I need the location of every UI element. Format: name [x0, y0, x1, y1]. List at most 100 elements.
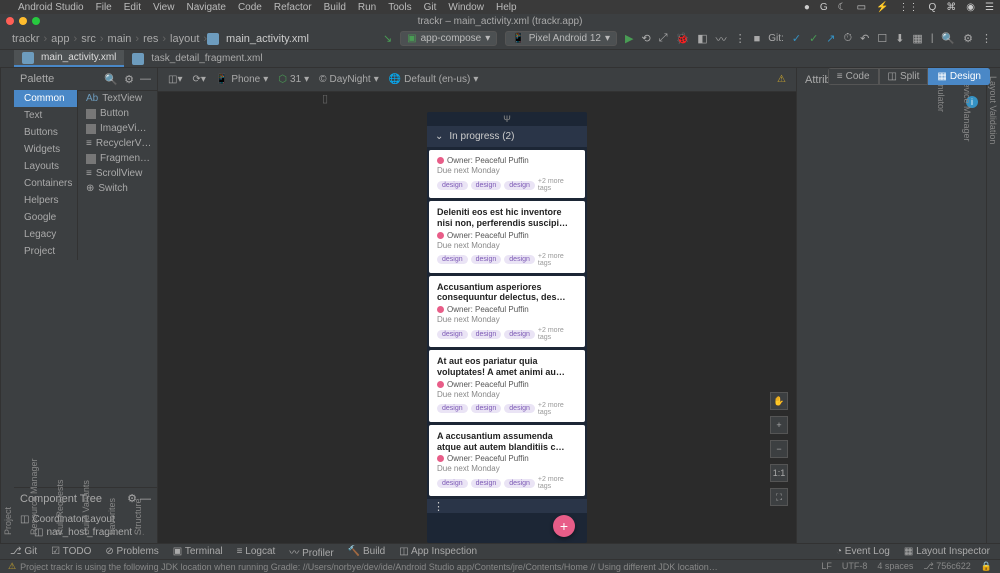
rail-build-variants[interactable]: Build Variants: [79, 76, 93, 535]
git-push-icon[interactable]: ↗: [826, 32, 835, 45]
g-icon[interactable]: G: [820, 2, 828, 13]
hammer-build-icon[interactable]: ↘: [383, 32, 392, 45]
more-tags[interactable]: +2 more tags: [538, 178, 577, 192]
menu-git[interactable]: Git: [424, 2, 437, 13]
tag[interactable]: design: [471, 181, 502, 190]
menu-help[interactable]: Help: [496, 2, 517, 13]
palette-cat-legacy[interactable]: Legacy: [14, 226, 77, 243]
tag[interactable]: design: [437, 330, 468, 339]
sdk-icon[interactable]: ⬇: [895, 32, 904, 45]
task-card[interactable]: Deleniti eos est hic inventore nisi non,…: [429, 201, 585, 273]
palette-cat-containers[interactable]: Containers: [14, 175, 77, 192]
crumb-file[interactable]: main_activity.xml: [222, 33, 313, 45]
control-center-icon[interactable]: ⌘: [946, 2, 956, 13]
tool-logcat[interactable]: ≡ Logcat: [237, 546, 276, 557]
zoom-in-icon[interactable]: +: [770, 416, 788, 434]
surface-type-icon[interactable]: ◫▾: [168, 74, 182, 85]
tag[interactable]: design: [437, 181, 468, 190]
apply-changes-icon[interactable]: ⟲: [641, 32, 650, 45]
tag[interactable]: design: [437, 479, 468, 488]
fab-add[interactable]: +: [553, 515, 575, 537]
search-everywhere-icon[interactable]: 🔍: [941, 32, 955, 45]
zoom-fit-icon[interactable]: 1:1: [770, 464, 788, 482]
tool-build[interactable]: 🔨 Build: [348, 546, 385, 557]
tool-git[interactable]: ⎇ Git: [10, 546, 37, 557]
tool-todo[interactable]: ☑ TODO: [51, 546, 91, 557]
menu-build[interactable]: Build: [324, 2, 346, 13]
status-message[interactable]: Project trackr is using the following JD…: [20, 562, 720, 572]
crumb-layout[interactable]: layout: [166, 33, 203, 45]
menu-view[interactable]: View: [153, 2, 175, 13]
minimize-window[interactable]: [19, 17, 27, 25]
menu-icon[interactable]: ☰: [985, 2, 994, 13]
app-name[interactable]: Android Studio: [18, 2, 84, 13]
rail-device-manager[interactable]: Device Manager: [960, 76, 974, 535]
crumb-project[interactable]: trackr: [8, 33, 44, 45]
tag[interactable]: design: [471, 255, 502, 264]
more-icon[interactable]: ⋮: [981, 32, 992, 45]
palette-cat-common[interactable]: Common: [14, 90, 77, 107]
menu-window[interactable]: Window: [448, 2, 484, 13]
close-window[interactable]: [6, 17, 14, 25]
debug-icon[interactable]: 🐞: [676, 32, 690, 45]
tag[interactable]: design: [471, 330, 502, 339]
tool-event-log[interactable]: ◔ Event Log: [836, 546, 890, 557]
theme-dropdown[interactable]: © DayNight ▾: [319, 74, 379, 85]
tab-task-detail[interactable]: task_detail_fragment.xml: [124, 50, 270, 67]
more-tags[interactable]: +2 more tags: [538, 327, 577, 341]
tag[interactable]: design: [437, 404, 468, 413]
search-icon[interactable]: Q: [929, 2, 937, 13]
attach-icon[interactable]: ⋮: [735, 32, 746, 45]
git-rollback-icon[interactable]: ↶: [860, 32, 869, 45]
tab-main-activity[interactable]: main_activity.xml: [14, 50, 124, 67]
zoom-reset-icon[interactable]: ⛶: [770, 488, 788, 506]
rail-structure[interactable]: Structure: [131, 76, 145, 535]
menu-code[interactable]: Code: [238, 2, 262, 13]
display-icon[interactable]: ▭: [857, 2, 866, 13]
git-commit-icon[interactable]: ✓: [809, 32, 818, 45]
palette-cat-layouts[interactable]: Layouts: [14, 158, 77, 175]
rail-project[interactable]: Project: [1, 76, 15, 535]
tag[interactable]: design: [504, 181, 535, 190]
crumb-src[interactable]: src: [77, 33, 100, 45]
wifi-icon[interactable]: ⋮⋮: [899, 2, 919, 13]
view-mode-code[interactable]: ≡Code: [828, 68, 879, 85]
tool-profiler[interactable]: 〰 Profiler: [289, 544, 333, 559]
api-dropdown[interactable]: ⬡ 31 ▾: [278, 74, 309, 85]
menu-navigate[interactable]: Navigate: [186, 2, 225, 13]
tag[interactable]: design: [504, 330, 535, 339]
more-tags[interactable]: +2 more tags: [538, 476, 577, 490]
task-card[interactable]: Owner: Peaceful PuffinDue next Mondaydes…: [429, 150, 585, 198]
crumb-res[interactable]: res: [139, 33, 162, 45]
rail-layout-validation[interactable]: Layout Validation: [986, 76, 1000, 535]
menu-refactor[interactable]: Refactor: [274, 2, 312, 13]
menu-file[interactable]: File: [96, 2, 112, 13]
section-header[interactable]: ⌄ In progress (2): [427, 126, 587, 147]
coverage-icon[interactable]: ◧: [697, 32, 707, 45]
battery-icon[interactable]: ⚡: [876, 2, 888, 13]
device-dropdown[interactable]: 📱 Pixel Android 12 ▾: [505, 31, 617, 46]
palette-cat-project[interactable]: Project: [14, 243, 77, 260]
crumb-app[interactable]: app: [47, 33, 73, 45]
apply-code-icon[interactable]: ⤢: [659, 32, 668, 45]
git-history-icon[interactable]: ⏱: [844, 32, 853, 45]
view-mode-design[interactable]: ▦Design: [928, 68, 990, 85]
tool-app-inspection[interactable]: ◫ App Inspection: [399, 546, 477, 557]
rail-emulator[interactable]: Emulator: [934, 76, 948, 535]
device-preview[interactable]: Ψ ⌄ In progress (2) Owner: Peaceful Puff…: [427, 112, 587, 543]
pan-icon[interactable]: ✋: [770, 392, 788, 410]
more-tags[interactable]: +2 more tags: [538, 253, 577, 267]
profiler-icon[interactable]: 〰: [716, 31, 727, 47]
tool-terminal[interactable]: ▣ Terminal: [173, 546, 223, 557]
tag[interactable]: design: [504, 255, 535, 264]
task-card[interactable]: At aut eos pariatur quia voluptates! A a…: [429, 350, 585, 422]
task-card[interactable]: A accusantium assumenda atque aut autem …: [429, 425, 585, 497]
avd-icon[interactable]: ☐: [877, 32, 887, 45]
tag[interactable]: design: [471, 479, 502, 488]
zoom-out-icon[interactable]: −: [770, 440, 788, 458]
run-config-dropdown[interactable]: ▣ app-compose ▾: [400, 31, 497, 46]
settings-icon[interactable]: ⚙: [963, 32, 973, 45]
moon-icon[interactable]: ☾: [838, 2, 847, 13]
tool-layout-inspector[interactable]: ▦ Layout Inspector: [904, 546, 990, 557]
tag[interactable]: design: [504, 479, 535, 488]
